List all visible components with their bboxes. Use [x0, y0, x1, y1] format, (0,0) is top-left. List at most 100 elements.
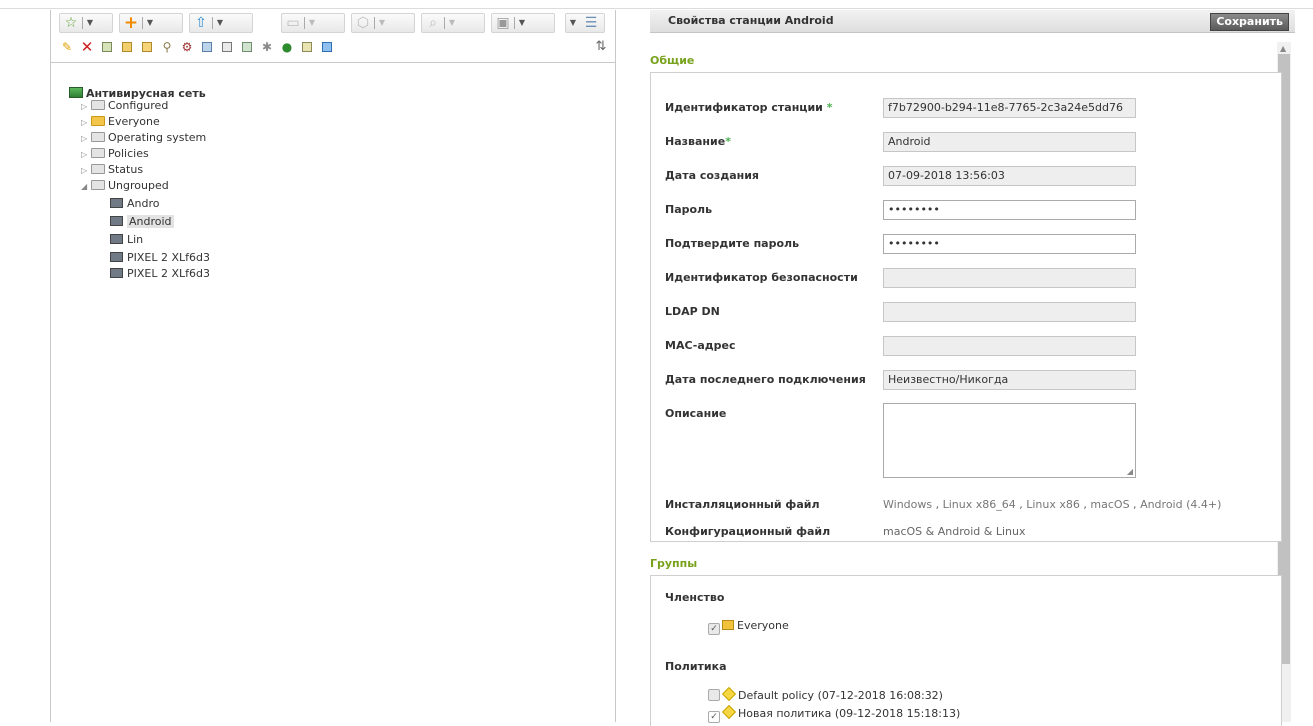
tree-node-label: Status	[108, 163, 144, 176]
main-toolbar: ☆ ▼ + ▼ ⇧ ▼ ▭ ▼ ⬡ ▼ ⌕ ▼ ▣ ▼ ▼ ☰	[51, 10, 615, 34]
install-link-android[interactable]: Android (4.4+)	[1140, 498, 1221, 511]
tree-node-configured[interactable]: ▷ Configured	[81, 98, 168, 114]
add-icon[interactable]: +	[120, 14, 142, 32]
view-dropdown[interactable]: ▼	[566, 14, 580, 32]
favorites-toolbar-group[interactable]: ☆ ▼	[59, 13, 113, 33]
scan-icon[interactable]	[239, 39, 255, 55]
mac-address-label: MAC-адрес	[665, 339, 736, 352]
install-dropdown[interactable]: ▼	[213, 14, 227, 32]
save-button[interactable]: Сохранить	[1210, 13, 1289, 31]
top-divider	[0, 8, 1313, 9]
general-fieldset: Идентификатор станции * f7b72900-b294-11…	[650, 72, 1282, 542]
install-file-label: Инсталляционный файл	[665, 498, 820, 511]
install-link-macos[interactable]: macOS	[1090, 498, 1129, 511]
install-toolbar-group[interactable]: ⇧ ▼	[189, 13, 253, 33]
description-textarea[interactable]: ◢	[883, 403, 1136, 478]
expand-icon[interactable]: ▷	[81, 99, 91, 115]
folder-icon	[91, 116, 105, 126]
tree-station-andro[interactable]: Andro	[110, 196, 160, 212]
folder-icon: ▭	[286, 15, 300, 31]
station-properties-pane: Свойства станции Android Сохранить ▲ Общ…	[650, 10, 1295, 726]
tree-node-operating-system[interactable]: ▷ Operating system	[81, 130, 206, 146]
favorites-dropdown[interactable]: ▼	[83, 14, 97, 32]
general-section-title: Общие	[650, 54, 695, 67]
panel-title: Свойства станции Android	[668, 14, 834, 27]
install-link-linux-x86-64[interactable]: Linux x86_64	[943, 498, 1016, 511]
tree-node-label: Everyone	[108, 115, 160, 128]
confirm-password-input[interactable]: ••••••••	[883, 234, 1136, 254]
membership-label: Членство	[665, 591, 725, 604]
station-label: PIXEL 2 XLf6d3	[127, 267, 210, 280]
station-label: Andro	[127, 197, 160, 210]
edit-icon[interactable]: ✎	[59, 39, 75, 55]
expand-icon[interactable]: ▷	[81, 115, 91, 131]
policy-checkbox[interactable]	[708, 689, 720, 701]
expand-icon[interactable]: ▷	[81, 163, 91, 179]
shield-icon[interactable]: ●	[279, 39, 295, 55]
membership-item: ✓ Everyone	[708, 619, 789, 635]
tree-station-pixel-2[interactable]: PIXEL 2 XLf6d3	[110, 266, 210, 282]
created-date-field: 07-09-2018 13:56:03	[883, 166, 1136, 186]
password-input[interactable]: ••••••••	[883, 200, 1136, 220]
name-field[interactable]: Android	[883, 132, 1136, 152]
export-icon[interactable]	[219, 39, 235, 55]
expand-icon[interactable]: ▷	[81, 131, 91, 147]
group-add-icon[interactable]	[139, 39, 155, 55]
install-link-windows[interactable]: Windows	[883, 498, 932, 511]
install-icon[interactable]: ⇧	[190, 14, 212, 32]
tree-node-everyone[interactable]: ▷ Everyone	[81, 114, 160, 130]
remove-station-icon[interactable]	[99, 39, 115, 55]
tree-node-label: Ungrouped	[108, 179, 169, 192]
resize-grip-icon[interactable]: ◢	[1127, 467, 1133, 476]
collapse-icon[interactable]: ◢	[81, 179, 91, 195]
tree-station-lin[interactable]: Lin	[110, 232, 143, 248]
station-icon	[110, 198, 123, 208]
delete-icon[interactable]: ✕	[79, 39, 95, 55]
policy-checkbox-checked[interactable]: ✓	[708, 711, 720, 723]
report-icon[interactable]	[299, 39, 315, 55]
folder-icon	[91, 100, 105, 110]
tree-station-pixel-1[interactable]: PIXEL 2 XLf6d3	[110, 250, 210, 266]
scroll-up-icon[interactable]: ▲	[1280, 44, 1286, 53]
config-file-label: Конфигурационный файл	[665, 525, 831, 538]
merge-icon[interactable]: ⚲	[159, 39, 175, 55]
policy-item-default[interactable]: Default policy (07-12-2018 16:08:32)	[708, 686, 943, 702]
config-file-link[interactable]: macOS & Android & Linux	[883, 525, 1025, 538]
station-icon	[110, 216, 123, 226]
sort-icon[interactable]: ⇅	[593, 39, 609, 55]
policy-icon	[721, 686, 737, 702]
monitor-dropdown[interactable]: ▼	[515, 14, 529, 32]
tree-node-policies[interactable]: ▷ Policies	[81, 146, 149, 162]
tree-view-toolbar-group[interactable]: ▼ ☰	[565, 13, 605, 33]
update-icon[interactable]	[319, 39, 335, 55]
tree-node-status[interactable]: ▷ Status	[81, 162, 143, 178]
tree-station-android[interactable]: Android	[110, 214, 174, 230]
add-toolbar-group[interactable]: + ▼	[119, 13, 183, 33]
monitor-toolbar-group[interactable]: ▣ ▼	[491, 13, 555, 33]
search-dropdown: ▼	[448, 18, 456, 27]
install-link-linux-x86[interactable]: Linux x86	[1026, 498, 1080, 511]
panel-header: Свойства станции Android Сохранить	[650, 10, 1295, 33]
components-icon[interactable]: ✱	[259, 39, 275, 55]
confirm-password-label: Подтвердите пароль	[665, 237, 800, 250]
folder-icon	[91, 164, 105, 174]
tree-view-icon[interactable]: ☰	[580, 14, 602, 32]
expand-icon[interactable]: ▷	[81, 147, 91, 163]
group-icon[interactable]	[119, 39, 135, 55]
tree-node-ungrouped[interactable]: ◢ Ungrouped	[81, 178, 169, 194]
station-label-selected: Android	[127, 215, 174, 228]
description-label: Описание	[665, 407, 727, 420]
add-dropdown[interactable]: ▼	[143, 14, 157, 32]
settings-icon[interactable]: ⚙	[179, 39, 195, 55]
policy-item-new[interactable]: ✓ Новая политика (09-12-2018 15:18:13)	[708, 704, 960, 723]
station-id-field[interactable]: f7b72900-b294-11e8-7765-2c3a24e5dd76	[883, 98, 1136, 118]
folder-icon	[91, 180, 105, 190]
folder-dropdown: ▼	[308, 18, 316, 27]
star-icon[interactable]: ☆	[60, 14, 82, 32]
station-label: PIXEL 2 XLf6d3	[127, 251, 210, 264]
network-icon	[69, 87, 83, 98]
monitor-icon[interactable]: ▣	[492, 14, 514, 32]
station-icon	[110, 252, 123, 262]
action-toolbar: ✎ ✕ ⚲ ⚙ ✱ ● ⇅	[51, 37, 615, 59]
message-icon[interactable]	[199, 39, 215, 55]
